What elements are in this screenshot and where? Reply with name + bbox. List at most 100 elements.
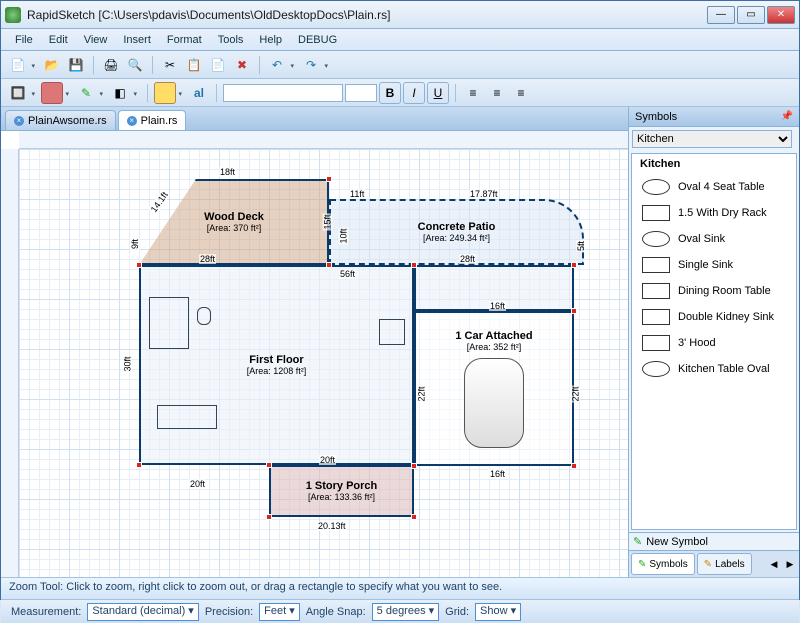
menu-tools[interactable]: Tools bbox=[210, 31, 252, 49]
room-garage[interactable]: 1 Car Attached [Area: 352 ft²] bbox=[414, 311, 574, 466]
pin-icon[interactable]: 📌 bbox=[781, 111, 793, 122]
vertex-point[interactable] bbox=[411, 463, 417, 469]
dim: 16ft bbox=[489, 301, 506, 311]
vertex-point[interactable] bbox=[411, 262, 417, 268]
vertex-point[interactable] bbox=[326, 176, 332, 182]
open-button[interactable]: 📂 bbox=[41, 54, 63, 76]
room-first-floor[interactable]: First Floor [Area: 1208 ft²] bbox=[139, 265, 414, 465]
room-concrete-patio[interactable]: Concrete Patio [Area: 249.34 ft²] bbox=[329, 199, 584, 265]
dim: 22ft bbox=[417, 385, 427, 402]
vertex-point[interactable] bbox=[266, 514, 272, 520]
menu-file[interactable]: File bbox=[7, 31, 41, 49]
save-button[interactable]: 💾 bbox=[65, 54, 87, 76]
panel-tab-symbols[interactable]: ✎Symbols bbox=[631, 553, 695, 575]
line-button[interactable]: ✎ bbox=[75, 82, 97, 104]
dim: 30ft bbox=[123, 355, 133, 372]
symbol-item[interactable]: Kitchen Table Oval bbox=[632, 356, 796, 382]
measurement-label: Measurement: bbox=[11, 606, 81, 618]
menu-format[interactable]: Format bbox=[159, 31, 210, 49]
precision-select[interactable]: Feet ▾ bbox=[259, 603, 300, 621]
copy-button[interactable]: 📋 bbox=[183, 54, 205, 76]
measurement-select[interactable]: Standard (decimal) ▾ bbox=[87, 603, 199, 621]
panel-title-text: Symbols bbox=[635, 111, 677, 123]
close-button[interactable]: ✕ bbox=[767, 6, 795, 24]
new-symbol-button[interactable]: ✎ New Symbol bbox=[629, 532, 799, 550]
menu-insert[interactable]: Insert bbox=[115, 31, 159, 49]
preview-button[interactable]: 🔍 bbox=[124, 54, 146, 76]
fixture-toilet bbox=[197, 307, 211, 325]
canvas-area[interactable]: Wood Deck [Area: 370 ft²] Concrete Patio… bbox=[1, 131, 628, 577]
close-icon[interactable]: × bbox=[14, 116, 24, 126]
panel-title: Symbols 📌 bbox=[629, 107, 799, 127]
symbol-item[interactable]: Dining Room Table bbox=[632, 278, 796, 304]
menu-help[interactable]: Help bbox=[251, 31, 290, 49]
tool1-button[interactable]: 🔲 bbox=[7, 82, 29, 104]
window-title: RapidSketch [C:\Users\pdavis\Documents\O… bbox=[27, 8, 707, 22]
align-left-button[interactable]: ≡ bbox=[462, 82, 484, 104]
symbol-item[interactable]: Oval 4 Seat Table bbox=[632, 174, 796, 200]
vertex-point[interactable] bbox=[571, 262, 577, 268]
drawing-canvas[interactable]: Wood Deck [Area: 370 ft²] Concrete Patio… bbox=[19, 149, 628, 577]
tab-plain[interactable]: × Plain.rs bbox=[118, 110, 187, 130]
grid-select[interactable]: Show ▾ bbox=[475, 603, 521, 621]
tab-plainawsome[interactable]: × PlainAwsome.rs bbox=[5, 110, 116, 130]
italic-button[interactable]: I bbox=[403, 82, 425, 104]
cut-button[interactable]: ✂ bbox=[159, 54, 181, 76]
undo-button[interactable]: ↶ bbox=[266, 54, 288, 76]
symbol-category-select[interactable]: Kitchen bbox=[632, 130, 792, 148]
scroll-right-icon[interactable]: ▶ bbox=[783, 553, 797, 575]
close-icon[interactable]: × bbox=[127, 116, 137, 126]
maximize-button[interactable]: ▭ bbox=[737, 6, 765, 24]
font-family-input[interactable] bbox=[223, 84, 343, 102]
symbol-item[interactable]: 3' Hood bbox=[632, 330, 796, 356]
room-label: 1 Car Attached bbox=[455, 330, 532, 342]
menu-view[interactable]: View bbox=[76, 31, 116, 49]
room-porch[interactable]: 1 Story Porch [Area: 133.36 ft²] bbox=[269, 465, 414, 517]
symbol-item[interactable]: 1.5 With Dry Rack bbox=[632, 200, 796, 226]
vertex-point[interactable] bbox=[136, 262, 142, 268]
vertex-point[interactable] bbox=[411, 514, 417, 520]
layer-button[interactable] bbox=[154, 82, 176, 104]
symbol-item[interactable]: Double Kidney Sink bbox=[632, 304, 796, 330]
room-area: [Area: 249.34 ft²] bbox=[423, 233, 490, 243]
bold-button[interactable]: B bbox=[379, 82, 401, 104]
hint-bar: Zoom Tool: Click to zoom, right click to… bbox=[1, 577, 799, 599]
symbol-icon bbox=[642, 257, 670, 273]
angle-select[interactable]: 5 degrees ▾ bbox=[372, 603, 440, 621]
toolbar-format: 🔲 ✎ ◧ al B I U ≡ ≡ ≡ bbox=[1, 79, 799, 107]
underline-button[interactable]: U bbox=[427, 82, 449, 104]
align-center-button[interactable]: ≡ bbox=[486, 82, 508, 104]
minimize-button[interactable]: — bbox=[707, 6, 735, 24]
tool4-button[interactable]: ◧ bbox=[109, 82, 131, 104]
new-button[interactable]: 📄 bbox=[7, 54, 29, 76]
font-size-input[interactable] bbox=[345, 84, 377, 102]
panel-tab-labels[interactable]: ✎Labels bbox=[697, 553, 752, 575]
vertex-point[interactable] bbox=[571, 463, 577, 469]
room-label: Concrete Patio bbox=[418, 221, 496, 233]
symbols-panel: Symbols 📌 Kitchen Kitchen Oval 4 Seat Ta… bbox=[629, 107, 799, 577]
vertex-point[interactable] bbox=[136, 462, 142, 468]
label-button[interactable]: al bbox=[188, 82, 210, 104]
dim: 56ft bbox=[339, 269, 356, 279]
menu-edit[interactable]: Edit bbox=[41, 31, 76, 49]
room-area: [Area: 133.36 ft²] bbox=[308, 492, 375, 502]
symbol-item[interactable]: Oval Sink bbox=[632, 226, 796, 252]
room-label: First Floor bbox=[249, 354, 303, 366]
scroll-left-icon[interactable]: ◀ bbox=[767, 553, 781, 575]
menu-debug[interactable]: DEBUG bbox=[290, 31, 345, 49]
room-area: [Area: 352 ft²] bbox=[467, 342, 522, 352]
paste-button[interactable]: 📄 bbox=[207, 54, 229, 76]
fill-button[interactable] bbox=[41, 82, 63, 104]
redo-button[interactable]: ↷ bbox=[300, 54, 322, 76]
align-right-button[interactable]: ≡ bbox=[510, 82, 532, 104]
app-icon bbox=[5, 7, 21, 23]
print-button[interactable]: 🖨 bbox=[100, 54, 122, 76]
tab-label: Plain.rs bbox=[141, 115, 178, 127]
vertex-point[interactable] bbox=[326, 262, 332, 268]
vertex-point[interactable] bbox=[571, 308, 577, 314]
delete-button[interactable]: ✖ bbox=[231, 54, 253, 76]
dim: 20ft bbox=[189, 479, 206, 489]
vertex-point[interactable] bbox=[266, 462, 272, 468]
angle-label: Angle Snap: bbox=[306, 606, 366, 618]
symbol-item[interactable]: Single Sink bbox=[632, 252, 796, 278]
